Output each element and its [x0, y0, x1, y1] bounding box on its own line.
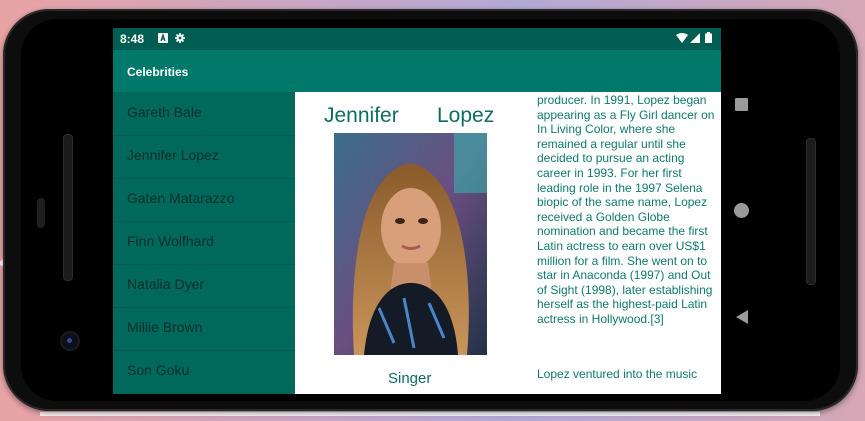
- list-item-finn-wolfhard[interactable]: Finn Wolfhard: [113, 221, 295, 265]
- last-name: Lopez: [437, 104, 495, 127]
- left-speaker: [63, 134, 73, 281]
- signal-icon: [690, 33, 700, 43]
- settings-gear-icon: [175, 33, 185, 43]
- list-item-label: Natalia Dyer: [127, 276, 205, 292]
- celebrity-description: producer. In 1991, Lopez began appearing…: [537, 93, 715, 326]
- overview-button[interactable]: [735, 98, 748, 111]
- app-title: Celebrities: [127, 65, 189, 79]
- list-item-label: Finn Wolfhard: [127, 233, 214, 249]
- list-item-natalia-dyer[interactable]: Natalia Dyer: [113, 264, 295, 308]
- list-item-son-goku[interactable]: Son Goku: [113, 350, 295, 393]
- status-time: 8:48: [120, 32, 145, 46]
- first-name: Jennifer: [324, 104, 399, 127]
- app-bar: Celebrities: [113, 50, 721, 92]
- front-camera: [62, 333, 78, 349]
- list-item-gareth-bale[interactable]: Gareth Bale: [113, 92, 295, 136]
- list-item-jennifer-lopez[interactable]: Jennifer Lopez: [113, 135, 295, 179]
- background-stroke: [40, 412, 820, 416]
- list-item-label: Son Goku: [127, 362, 190, 378]
- list-item-millie-brown[interactable]: Millie Brown: [113, 307, 295, 351]
- celebrity-role: Singer: [388, 370, 432, 387]
- home-button[interactable]: [734, 203, 749, 218]
- list-item-label: Millie Brown: [127, 319, 203, 335]
- celebrity-description-more: Lopez ventured into the music: [537, 367, 698, 381]
- wifi-icon: [676, 33, 688, 43]
- app-screen: 8:48 Celebrities Gareth Bale Jennifer Lo…: [113, 28, 721, 394]
- list-item-label: Gaten Matarazzo: [127, 190, 235, 206]
- status-bar: 8:48: [113, 28, 721, 50]
- list-item-label: Gareth Bale: [127, 104, 202, 120]
- back-button[interactable]: [735, 309, 749, 325]
- right-speaker: [806, 138, 816, 285]
- list-item-label: Jennifer Lopez: [127, 147, 219, 163]
- detail-pane: Jennifer Lopez Singer producer. In 1991,…: [295, 92, 721, 394]
- notification-a-icon: [158, 33, 168, 43]
- celebrity-photo: [334, 133, 487, 355]
- celebrity-list: Gareth Bale Jennifer Lopez Gaten Mataraz…: [113, 92, 295, 394]
- list-item-gaten-matarazzo[interactable]: Gaten Matarazzo: [113, 178, 295, 222]
- battery-icon: [705, 32, 712, 43]
- side-sensor: [37, 198, 45, 228]
